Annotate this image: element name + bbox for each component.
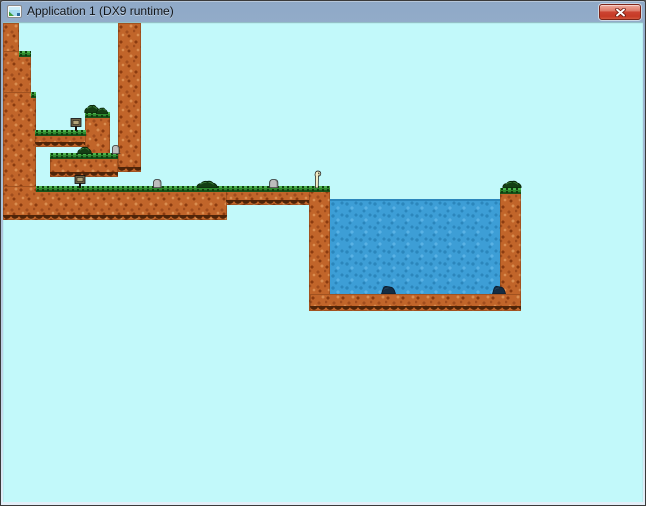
rock — [111, 144, 121, 154]
grass-strip — [500, 188, 521, 194]
underwater-rock — [492, 285, 506, 294]
application-window: Application 1 (DX9 runtime) — [0, 0, 646, 506]
pool-left-wall — [309, 188, 330, 311]
left-wall-mid — [3, 51, 31, 97]
water-pool — [330, 199, 500, 294]
bush — [77, 146, 92, 154]
sign-post — [74, 175, 86, 188]
game-viewport[interactable] — [3, 22, 643, 502]
titlebar[interactable]: Application 1 (DX9 runtime) — [1, 1, 645, 22]
close-icon — [614, 7, 626, 17]
bush — [502, 180, 522, 188]
underwater-rock — [381, 285, 396, 294]
grass-strip — [19, 51, 31, 57]
tall-column — [118, 23, 141, 172]
level — [3, 22, 643, 502]
pool-bottom — [310, 294, 521, 311]
bush — [196, 180, 218, 188]
rock — [152, 178, 163, 188]
rock — [268, 178, 280, 188]
grass-strip — [31, 92, 36, 98]
application-icon — [7, 5, 22, 18]
sign-post — [70, 118, 82, 131]
window-title: Application 1 (DX9 runtime) — [27, 4, 174, 18]
bush — [96, 107, 108, 114]
worm-character — [312, 170, 323, 188]
close-button[interactable] — [599, 4, 641, 20]
